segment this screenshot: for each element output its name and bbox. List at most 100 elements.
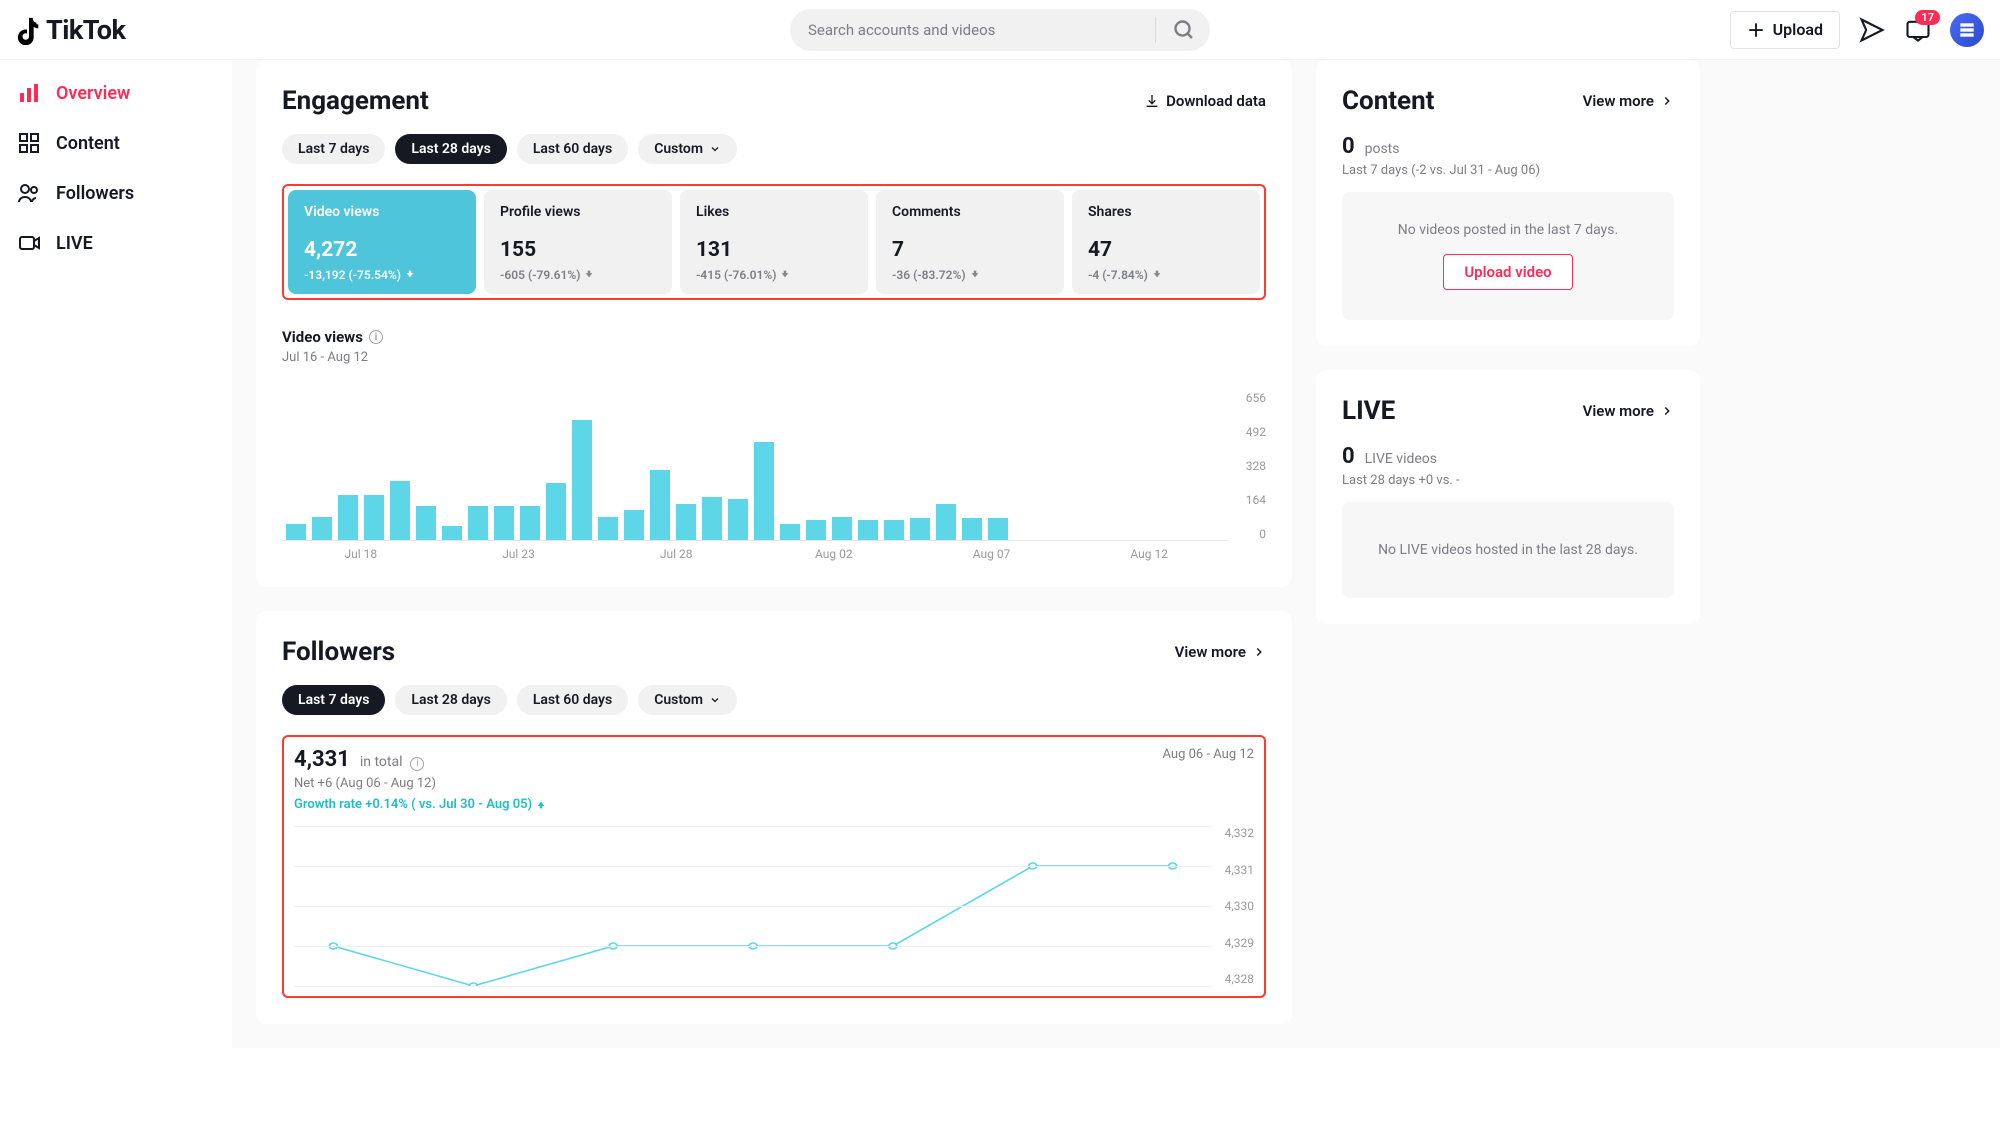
bar — [624, 510, 644, 540]
sidebar-item-live[interactable]: LIVE — [0, 218, 232, 268]
bar — [416, 506, 436, 540]
top-bar: TikTok Upload 17 — [0, 0, 2000, 60]
inbox-button[interactable]: 17 — [1904, 16, 1932, 44]
search-button[interactable] — [1164, 10, 1204, 50]
bar — [806, 520, 826, 540]
followers-total-label: in total — [360, 754, 403, 770]
metric-likes[interactable]: Likes131-415 (-76.01%) — [680, 190, 868, 294]
avatar-icon — [1957, 20, 1977, 40]
bar — [884, 520, 904, 540]
brand-logo[interactable]: TikTok — [16, 14, 125, 46]
view-more-label: View more — [1583, 92, 1654, 110]
view-more-label: View more — [1175, 643, 1246, 661]
chart-icon — [16, 80, 42, 106]
bar — [910, 518, 930, 540]
download-icon — [1144, 93, 1160, 109]
pill-custom[interactable]: Custom — [638, 134, 737, 164]
engagement-range-pills: Last 7 days Last 28 days Last 60 days Cu… — [282, 134, 1266, 164]
bar — [390, 481, 410, 540]
chevron-right-icon — [1660, 404, 1674, 418]
pill-last-7-days[interactable]: Last 7 days — [282, 685, 385, 715]
bar — [936, 504, 956, 540]
bar — [442, 526, 462, 540]
bar-chart: 6564923281640 — [282, 391, 1266, 541]
sidebar: Overview Content Followers LIVE — [0, 60, 232, 1048]
followers-growth: Growth rate +0.14% ( vs. Jul 30 - Aug 05… — [294, 797, 1254, 812]
line-chart: 4,3324,3314,3304,3294,328 — [294, 826, 1254, 986]
search-container — [790, 9, 1210, 51]
pill-last-60-days[interactable]: Last 60 days — [517, 134, 628, 164]
inbox-badge: 17 — [1915, 10, 1940, 25]
bar — [598, 517, 618, 540]
bar — [650, 470, 670, 540]
grid-icon — [16, 130, 42, 156]
people-icon — [16, 180, 42, 206]
live-empty-msg: No LIVE videos hosted in the last 28 day… — [1378, 542, 1638, 558]
info-icon[interactable]: i — [369, 330, 383, 344]
content-panel: Content View more 0 posts Last 7 days (-… — [1316, 60, 1700, 346]
pill-last-60-days[interactable]: Last 60 days — [517, 685, 628, 715]
followers-net: Net +6 (Aug 06 - Aug 12) — [294, 776, 1254, 791]
live-empty-panel: No LIVE videos hosted in the last 28 day… — [1342, 502, 1674, 598]
bar — [832, 517, 852, 540]
pill-last-28-days[interactable]: Last 28 days — [395, 685, 506, 715]
live-panel: LIVE View more 0 LIVE videos Last 28 day… — [1316, 370, 1700, 624]
upload-video-button[interactable]: Upload video — [1443, 254, 1572, 290]
pill-custom[interactable]: Custom — [638, 685, 737, 715]
messages-button[interactable] — [1858, 16, 1886, 44]
sidebar-item-overview[interactable]: Overview — [0, 68, 232, 118]
bar — [494, 506, 514, 540]
info-icon[interactable]: i — [410, 757, 424, 771]
search-icon — [1172, 18, 1196, 42]
metrics-highlight-box: Video views4,272-13,192 (-75.54%)Profile… — [282, 184, 1266, 300]
followers-highlight-box: 4,331 in total i Aug 06 - Aug 12 Net +6 … — [282, 735, 1266, 998]
engagement-title: Engagement — [282, 86, 429, 116]
bar — [546, 483, 566, 540]
live-title: LIVE — [1342, 396, 1395, 426]
metric-shares[interactable]: Shares47-4 (-7.84%) — [1072, 190, 1260, 294]
live-icon — [16, 230, 42, 256]
engagement-card: Engagement Download data Last 7 days Las… — [256, 60, 1292, 587]
bar — [780, 524, 800, 540]
followers-range-pills: Last 7 days Last 28 days Last 60 days Cu… — [282, 685, 1266, 715]
bar — [468, 506, 488, 540]
live-view-more[interactable]: View more — [1583, 402, 1674, 420]
sidebar-item-label: Followers — [56, 183, 134, 204]
content-view-more[interactable]: View more — [1583, 92, 1674, 110]
download-data-button[interactable]: Download data — [1144, 92, 1266, 110]
upload-button[interactable]: Upload — [1730, 11, 1840, 49]
bar — [858, 520, 878, 540]
chevron-down-icon — [709, 143, 721, 155]
bar — [364, 495, 384, 540]
metric-comments[interactable]: Comments7-36 (-83.72%) — [876, 190, 1064, 294]
bar — [286, 524, 306, 540]
plus-icon — [1747, 21, 1765, 39]
sidebar-item-label: Content — [56, 133, 120, 154]
topbar-right: Upload 17 — [1730, 11, 1984, 49]
sidebar-item-followers[interactable]: Followers — [0, 168, 232, 218]
pill-last-7-days[interactable]: Last 7 days — [282, 134, 385, 164]
metric-profile-views[interactable]: Profile views155-605 (-79.61%) — [484, 190, 672, 294]
brand-text: TikTok — [46, 14, 125, 46]
pill-last-28-days[interactable]: Last 28 days — [395, 134, 506, 164]
bar — [338, 495, 358, 540]
sidebar-item-content[interactable]: Content — [0, 118, 232, 168]
send-icon — [1858, 16, 1886, 44]
tiktok-icon — [16, 15, 42, 45]
pill-label: Custom — [654, 692, 703, 708]
bar — [988, 518, 1008, 540]
bar — [520, 506, 540, 540]
content-count: 0 — [1342, 134, 1355, 159]
followers-total: 4,331 — [294, 747, 350, 772]
search-input[interactable] — [808, 21, 1151, 39]
view-more-label: View more — [1583, 402, 1654, 420]
chevron-right-icon — [1252, 645, 1266, 659]
avatar[interactable] — [1950, 13, 1984, 47]
content-empty-msg: No videos posted in the last 7 days. — [1398, 222, 1618, 238]
arrow-up-icon — [536, 800, 546, 810]
bar — [702, 497, 722, 540]
metric-video-views[interactable]: Video views4,272-13,192 (-75.54%) — [288, 190, 476, 294]
followers-view-more[interactable]: View more — [1175, 643, 1266, 661]
chart-title: Video views — [282, 328, 363, 346]
sidebar-item-label: Overview — [56, 83, 130, 104]
